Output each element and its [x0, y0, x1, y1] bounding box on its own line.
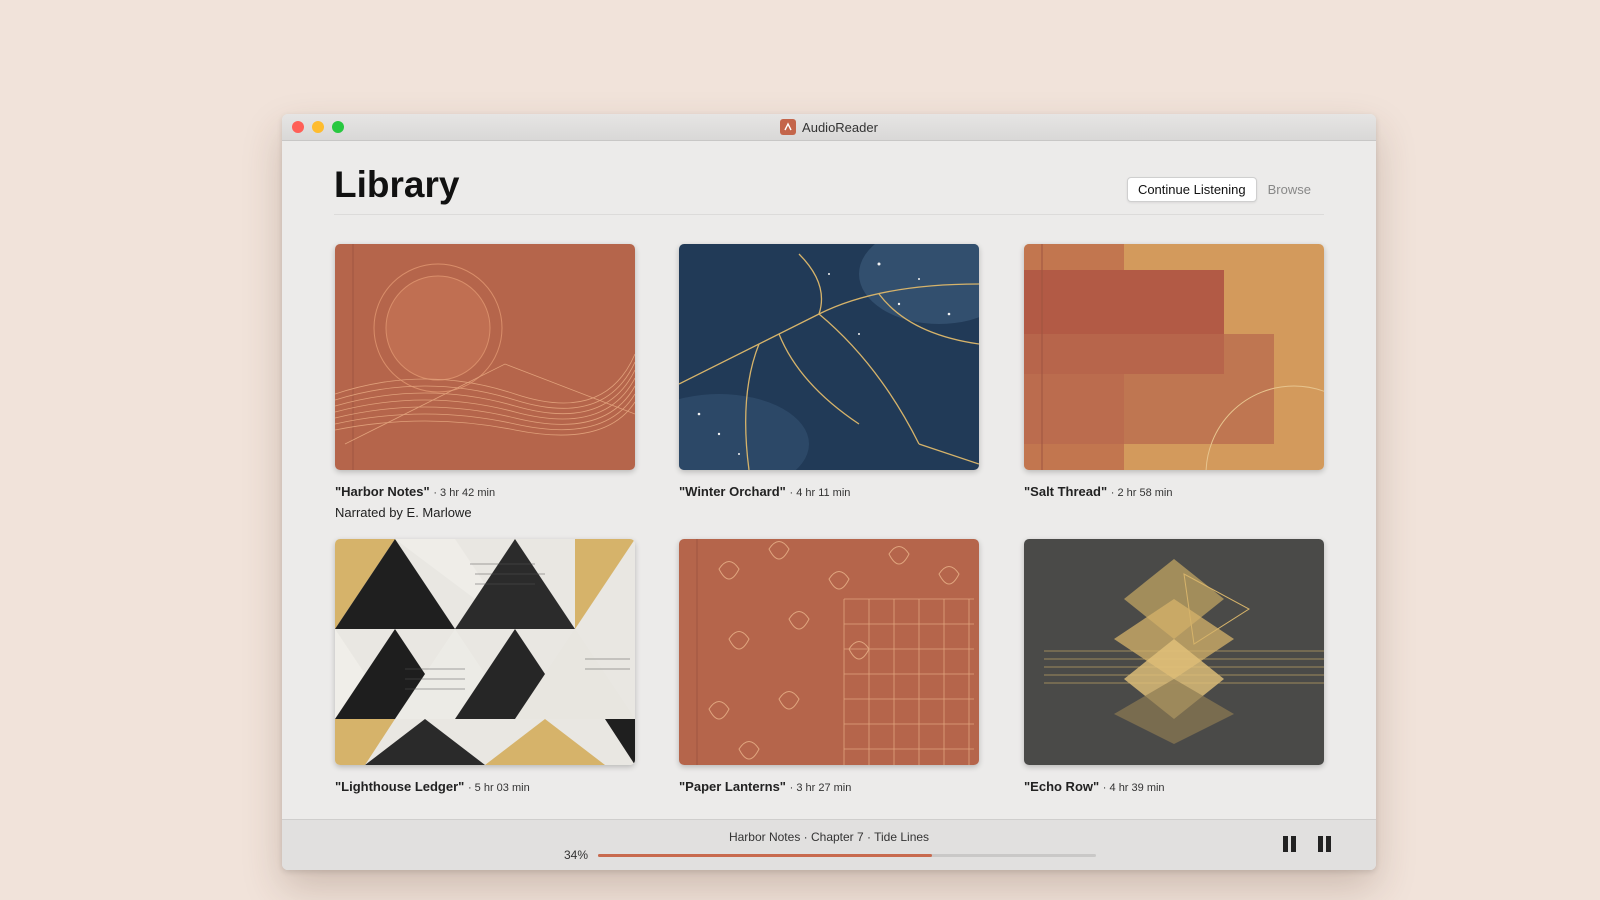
pause-icon — [1318, 836, 1323, 852]
app-window: AudioReader Library Continue Listening B… — [282, 114, 1376, 870]
pause-button[interactable] — [1282, 836, 1298, 854]
window-title: AudioReader — [282, 114, 1376, 140]
pause-icon — [1283, 836, 1288, 852]
book-card[interactable]: "Echo Row" · 4 hr 39 min — [1024, 539, 1324, 798]
book-duration: · 2 hr 58 min — [1110, 487, 1173, 499]
pause-button-secondary[interactable] — [1317, 836, 1333, 854]
book-cover-paper-lanterns[interactable] — [679, 539, 979, 765]
book-card[interactable]: "Lighthouse Ledger" · 5 hr 03 min — [335, 539, 635, 798]
book-title: "Lighthouse Ledger" — [335, 779, 465, 794]
app-name: AudioReader — [802, 119, 878, 135]
page-title: Library — [334, 164, 460, 205]
book-card[interactable]: "Winter Orchard" · 4 hr 11 min — [679, 244, 979, 503]
book-duration: · 3 hr 42 min — [433, 487, 496, 499]
app-logo-icon — [780, 119, 797, 135]
book-cover-harbor-notes[interactable] — [335, 244, 635, 470]
book-cover-lighthouse-ledger[interactable] — [335, 539, 635, 765]
now-playing-label: Harbor Notes · Chapter 7 · Tide Lines — [728, 830, 930, 844]
book-title: "Winter Orchard" — [679, 484, 786, 499]
book-duration: · 5 hr 03 min — [467, 782, 530, 794]
book-card[interactable]: "Salt Thread" · 2 hr 58 min — [1024, 244, 1324, 503]
title-bar: AudioReader — [282, 114, 1376, 141]
book-info: "Salt Thread" · 2 hr 58 min — [1024, 482, 1324, 503]
book-duration: · 3 hr 27 min — [789, 782, 852, 794]
book-info: "Echo Row" · 4 hr 39 min — [1024, 777, 1324, 798]
progress-fill — [598, 854, 932, 857]
progress-slider[interactable] — [598, 854, 1096, 857]
book-narrator: Narrated by E. Marlowe — [335, 505, 472, 520]
book-cover-echo-row[interactable] — [1024, 539, 1324, 765]
book-title: "Harbor Notes" — [335, 484, 430, 499]
book-info: "Lighthouse Ledger" · 5 hr 03 min — [335, 777, 635, 798]
book-card[interactable]: "Harbor Notes" · 3 hr 42 min Narrated by… — [335, 244, 635, 522]
book-cover-salt-thread[interactable] — [1024, 244, 1324, 470]
progress-percent: 34% — [564, 848, 589, 862]
book-cover-winter-orchard[interactable] — [679, 244, 979, 470]
book-info: "Harbor Notes" · 3 hr 42 min Narrated by… — [335, 482, 635, 522]
book-duration: · 4 hr 11 min — [789, 487, 851, 499]
book-info: "Winter Orchard" · 4 hr 11 min — [679, 482, 979, 503]
book-duration: · 4 hr 39 min — [1102, 782, 1165, 794]
book-info: "Paper Lanterns" · 3 hr 27 min — [679, 777, 979, 798]
book-card[interactable]: "Paper Lanterns" · 3 hr 27 min — [679, 539, 979, 798]
tab-browse[interactable]: Browse — [1257, 177, 1322, 202]
player-bar: Harbor Notes · Chapter 7 · Tide Lines 34… — [282, 819, 1376, 870]
header-divider — [334, 214, 1324, 215]
book-title: "Salt Thread" — [1024, 484, 1108, 499]
book-title: "Echo Row" — [1024, 779, 1100, 794]
tab-continue-listening[interactable]: Continue Listening — [1126, 177, 1257, 202]
book-title: "Paper Lanterns" — [679, 779, 786, 794]
view-switcher: Continue Listening Browse — [1126, 177, 1322, 202]
